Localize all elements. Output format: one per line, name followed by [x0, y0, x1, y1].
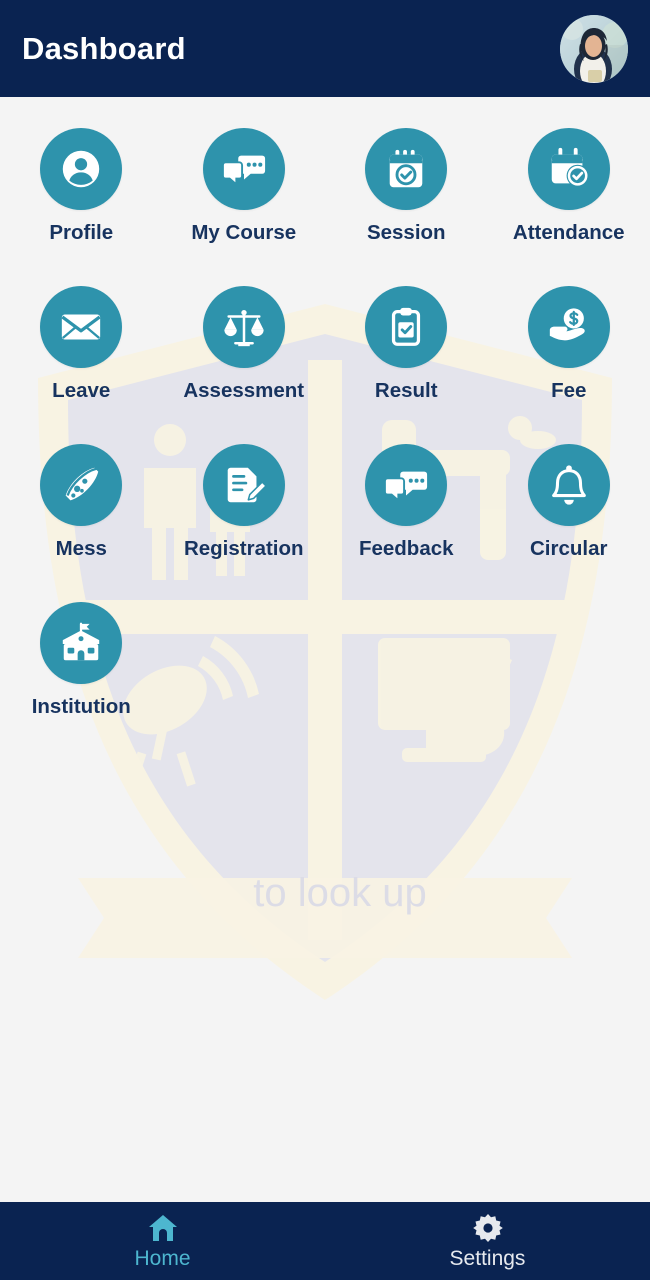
tile-mess[interactable]: Mess [0, 426, 163, 584]
tile-label: Circular [530, 537, 608, 560]
tile-label: Leave [52, 379, 111, 402]
tile-label: Feedback [358, 537, 454, 560]
tile-label: Session [366, 221, 446, 244]
tile-profile[interactable]: Profile [0, 110, 163, 268]
nav-label: Home [134, 1246, 191, 1270]
dashboard-grid: Profile My Course Session Attendance Lea… [0, 110, 650, 742]
avatar[interactable] [560, 14, 628, 83]
nav-item-settings[interactable]: Settings [325, 1202, 650, 1280]
balance-scale-icon [224, 309, 264, 347]
app-screen: Dashboard to look up Profile My Course S… [0, 0, 650, 1280]
home-icon [148, 1214, 177, 1241]
tile-icon-wrap [527, 286, 610, 368]
tile-label: My Course [191, 221, 297, 244]
chat-bubbles-icon [221, 155, 265, 187]
tile-icon-wrap [202, 444, 285, 526]
tile-result[interactable]: Result [325, 268, 488, 426]
clipboard-check-icon [392, 307, 421, 346]
bottom-navigation: Home Settings [0, 1202, 650, 1280]
tile-icon-wrap [365, 444, 448, 526]
tile-leave[interactable]: Leave [0, 268, 163, 426]
tile-session[interactable]: Session [325, 110, 488, 268]
tile-label: Mess [55, 537, 107, 560]
bell-icon [551, 465, 586, 505]
tile-icon-wrap [40, 444, 123, 526]
person-circle-icon [63, 150, 100, 188]
tile-icon-wrap [40, 128, 123, 210]
tile-label: Institution [31, 695, 131, 718]
tile-icon-wrap [365, 128, 448, 210]
gear-icon [472, 1213, 503, 1242]
calendar-check-icon [389, 149, 423, 188]
envelope-icon [61, 314, 101, 340]
tile-label: Fee [551, 379, 587, 402]
app-header: Dashboard [0, 0, 650, 97]
watermark-text: to look up [253, 871, 426, 915]
tile-feedback[interactable]: Feedback [325, 426, 488, 584]
document-pencil-icon [227, 467, 267, 503]
tile-attendance[interactable]: Attendance [488, 110, 650, 268]
tile-fee[interactable]: Fee [488, 268, 650, 426]
tile-label: Result [374, 379, 438, 402]
page-title: Dashboard [22, 30, 186, 66]
tile-icon-wrap [365, 286, 448, 368]
tile-label: Assessment [183, 379, 305, 402]
tile-icon-wrap [202, 286, 285, 368]
tile-icon-wrap [40, 602, 123, 684]
tile-icon-wrap [527, 128, 610, 210]
tile-icon-wrap [40, 286, 123, 368]
hand-money-icon [549, 308, 585, 341]
nav-label: Settings [449, 1246, 526, 1270]
tile-icon-wrap [202, 128, 285, 210]
tile-assessment[interactable]: Assessment [163, 268, 326, 426]
chat-bubbles-icon [384, 471, 428, 503]
tile-label: Registration [183, 537, 304, 560]
tile-circular[interactable]: Circular [488, 426, 650, 584]
tile-my-course[interactable]: My Course [163, 110, 326, 268]
pizza-slice-icon [65, 467, 99, 501]
tile-label: Attendance [512, 221, 625, 244]
tile-registration[interactable]: Registration [163, 426, 326, 584]
tile-label: Profile [49, 221, 114, 244]
tile-institution[interactable]: Institution [0, 584, 163, 742]
tile-icon-wrap [527, 444, 610, 526]
calendar-clock-check-icon [551, 147, 589, 187]
school-building-icon [63, 622, 100, 661]
nav-item-home[interactable]: Home [0, 1202, 325, 1280]
